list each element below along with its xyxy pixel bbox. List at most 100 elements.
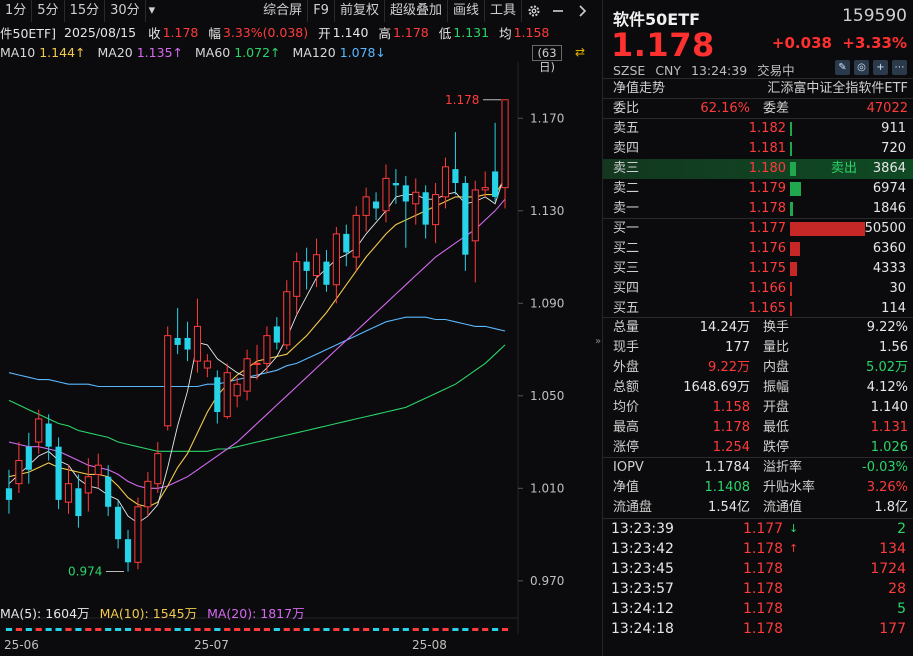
ask-level-row[interactable]: 卖三1.180卖出3864 bbox=[603, 159, 913, 179]
low-label: 低 bbox=[439, 23, 452, 42]
more-icon[interactable]: ⋯ bbox=[892, 60, 907, 75]
ask-level-row[interactable]: 卖五1.182911 bbox=[603, 119, 913, 139]
candle-body bbox=[472, 190, 478, 241]
candle-body bbox=[16, 461, 22, 484]
volume-bar bbox=[36, 628, 42, 631]
candlestick-chart[interactable]: 1.1701.1301.0901.0501.0100.9701.1780.974 bbox=[0, 62, 594, 634]
volume-bar bbox=[95, 628, 101, 631]
low-value: 1.131 bbox=[453, 25, 489, 40]
volume-bar bbox=[85, 628, 91, 631]
candle-body bbox=[264, 336, 270, 364]
level-volume: 911 bbox=[881, 119, 906, 139]
candle-body bbox=[55, 447, 61, 500]
period-5min-tab[interactable]: 5分 bbox=[32, 0, 64, 22]
ma120-legend: MA120 1.078↓ bbox=[293, 45, 386, 60]
volume-bar bbox=[155, 628, 161, 631]
level-label: 买二 bbox=[613, 239, 639, 259]
edit-icon[interactable]: ✎ bbox=[835, 60, 850, 75]
nav-trend-link[interactable]: 净值走势 bbox=[613, 79, 665, 98]
candle-body bbox=[244, 359, 250, 391]
panel-expand-icon[interactable]: » bbox=[594, 330, 602, 354]
bid-level-row[interactable]: 买三1.1754333 bbox=[603, 259, 913, 279]
stat-value: 1648.69万 bbox=[683, 378, 750, 397]
quote-panel: 软件50ETF 159590 1.178 +0.038 +3.33% SZSE … bbox=[602, 0, 913, 656]
date-label-aug: 25-08 bbox=[412, 638, 447, 652]
stat-value: 1.1408 bbox=[705, 478, 751, 497]
level-price: 1.181 bbox=[749, 139, 786, 159]
tick-row: 13:23:391.177↓2 bbox=[603, 519, 913, 539]
y-tick-label: 0.970 bbox=[530, 574, 564, 588]
volume-bar bbox=[105, 628, 111, 631]
bid-level-row[interactable]: 买二1.1766360 bbox=[603, 239, 913, 259]
candle-body bbox=[452, 169, 458, 183]
stat-row: 均价1.158开盘1.140 bbox=[611, 398, 908, 417]
quote-change-abs: +0.038 bbox=[772, 34, 832, 52]
candle-body bbox=[343, 234, 349, 253]
alert-icon[interactable]: ◎ bbox=[854, 60, 869, 75]
tick-volume: 177 bbox=[879, 619, 906, 639]
volume-bar bbox=[284, 628, 290, 631]
forward-adjust-button[interactable]: 前复权 bbox=[335, 0, 385, 22]
level-volume-bar bbox=[790, 282, 792, 296]
level-price: 1.165 bbox=[749, 299, 786, 319]
period-dropdown-caret[interactable]: ▾ bbox=[146, 0, 159, 22]
tick-price: 1.178 bbox=[743, 539, 783, 559]
ask-level-row[interactable]: 卖四1.181720 bbox=[603, 139, 913, 159]
chevron-right-icon[interactable] bbox=[573, 2, 591, 20]
period-15min-tab[interactable]: 15分 bbox=[65, 0, 106, 22]
volume-bar bbox=[145, 628, 151, 631]
high-value: 1.178 bbox=[393, 25, 429, 40]
add-watchlist-icon[interactable]: + bbox=[873, 60, 888, 75]
bid-level-row[interactable]: 买一1.17750500 bbox=[603, 219, 913, 239]
quote-security-code: 159590 bbox=[842, 6, 907, 26]
volume-bar bbox=[482, 628, 488, 631]
tools-button[interactable]: 工具 bbox=[485, 0, 522, 22]
stat-label: 最低 bbox=[763, 418, 789, 437]
volume-bar bbox=[65, 628, 71, 631]
f9-button[interactable]: F9 bbox=[308, 0, 335, 22]
volume-bar bbox=[194, 628, 200, 631]
ma10-line bbox=[9, 178, 505, 506]
volume-bar bbox=[492, 628, 498, 631]
candle-body bbox=[353, 215, 359, 257]
level-label: 卖三 bbox=[613, 159, 639, 179]
period-30min-tab[interactable]: 30分 bbox=[105, 0, 146, 22]
volume-bar bbox=[313, 628, 319, 631]
period-1min-tab[interactable]: 1分 bbox=[0, 0, 32, 22]
scroll-arrow-icon[interactable]: ⇄ bbox=[572, 45, 588, 61]
minimize-icon[interactable] bbox=[549, 2, 567, 20]
level-volume: 6974 bbox=[873, 179, 906, 199]
security-name: 件50ETF] bbox=[0, 23, 56, 42]
days-range-button[interactable]: (63日) bbox=[532, 45, 562, 61]
ask-level-row[interactable]: 卖一1.1781846 bbox=[603, 199, 913, 219]
super-overlay-button[interactable]: 超级叠加 bbox=[385, 0, 448, 22]
gear-icon[interactable] bbox=[525, 2, 543, 20]
candle-body bbox=[224, 373, 230, 417]
level-volume-bar bbox=[790, 222, 865, 236]
volume-bar bbox=[343, 628, 349, 631]
tick-row: 13:24:121.1785 bbox=[603, 599, 913, 619]
quote-last-price: 1.178 bbox=[611, 26, 715, 64]
stat-value: 1.54亿 bbox=[708, 498, 750, 517]
draw-line-button[interactable]: 画线 bbox=[448, 0, 485, 22]
vol-ma20-legend: MA(20): 1817万 bbox=[207, 603, 305, 622]
composite-screen-button[interactable]: 综合屏 bbox=[258, 0, 308, 22]
volume-bar bbox=[214, 628, 220, 631]
level-volume: 3864 bbox=[873, 159, 906, 179]
level-volume-bar bbox=[790, 202, 793, 216]
bid-level-row[interactable]: 买五1.165114 bbox=[603, 299, 913, 319]
volume-bar bbox=[234, 628, 240, 631]
candle-body bbox=[204, 361, 210, 368]
divider bbox=[603, 218, 913, 219]
tick-time: 13:23:57 bbox=[611, 579, 674, 599]
bid-level-row[interactable]: 买四1.16630 bbox=[603, 279, 913, 299]
volume-bar bbox=[224, 628, 230, 631]
tick-volume: 5 bbox=[897, 599, 906, 619]
level-volume: 1846 bbox=[873, 199, 906, 219]
candle-body bbox=[313, 255, 319, 276]
level-volume: 114 bbox=[881, 299, 906, 319]
candle-body bbox=[145, 481, 151, 506]
ask-level-row[interactable]: 卖二1.1796974 bbox=[603, 179, 913, 199]
stat-row: 涨停1.254跌停1.026 bbox=[611, 438, 908, 457]
sell-out-tag[interactable]: 卖出 bbox=[831, 159, 857, 179]
